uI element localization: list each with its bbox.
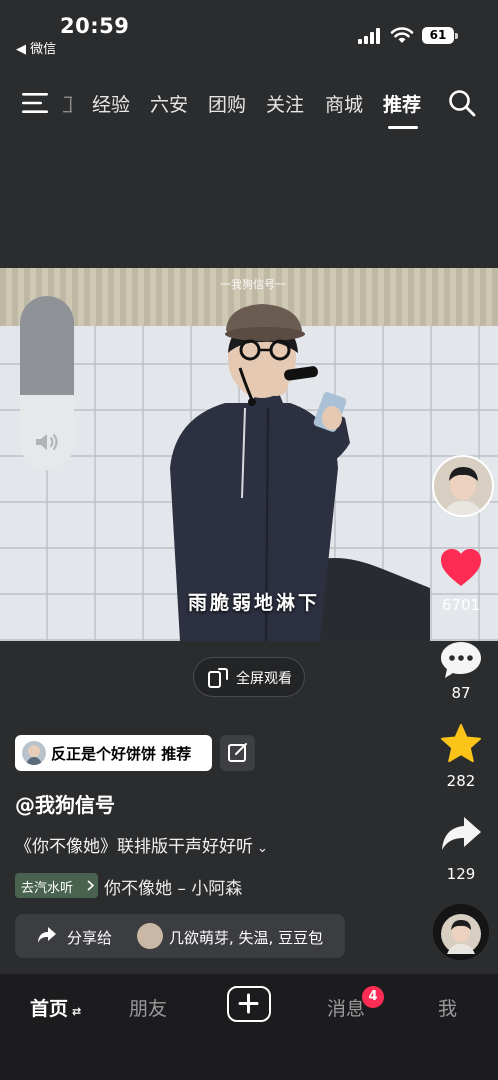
share-arrow-icon [38, 927, 56, 943]
tab-home-label: 首页 [30, 998, 69, 1020]
nav-active-underline [388, 126, 418, 129]
recommender-avatar [22, 741, 46, 765]
wifi-icon [390, 27, 414, 43]
fullscreen-button[interactable]: 全屏观看 [193, 657, 305, 697]
speaker-icon [36, 434, 58, 450]
share-count: 129 [446, 865, 476, 883]
search-icon[interactable] [448, 89, 476, 117]
listen-in-qishui-chip[interactable]: 去汽水听 [15, 873, 98, 898]
nav-item-mall[interactable]: 商城 [325, 90, 363, 117]
music-chip-label: 去汽水听 [21, 881, 74, 896]
edit-button[interactable] [220, 735, 255, 771]
video-player[interactable]: 一我狗信号一 雨脆弱地淋下 [0, 268, 498, 641]
create-post-button[interactable] [227, 986, 271, 1022]
author-handle[interactable]: @我狗信号 [15, 789, 115, 818]
switch-arrows-icon: ⇄ [72, 1005, 82, 1018]
video-subtitle: 雨脆弱地淋下 [188, 592, 321, 614]
battery-indicator: 61 [422, 27, 454, 44]
plus-icon [238, 993, 259, 1014]
status-time: 20:59 [60, 14, 130, 38]
tab-messages[interactable]: 消息 [327, 994, 365, 1021]
pencil-square-icon [228, 743, 247, 762]
recommender-chip[interactable]: 反正是个好饼饼 推荐 [15, 735, 212, 771]
nav-item-group-buy[interactable]: 团购 [208, 90, 246, 117]
share-to-friends-bar[interactable]: 分享给 几欲萌芽, 失温, 豆豆包 [15, 914, 345, 958]
author-avatar[interactable] [432, 455, 494, 517]
share-to-label: 分享给 [67, 929, 113, 947]
nav-item-luan[interactable]: 六安 [150, 90, 188, 117]
like-count: 6701 [441, 596, 481, 614]
chevron-right-icon [87, 880, 94, 891]
rotate-screen-icon [208, 668, 228, 688]
battery-tip [455, 33, 458, 39]
comment-count: 87 [451, 684, 471, 702]
share-icon[interactable] [440, 814, 482, 854]
video-description[interactable]: 《你不像她》联排版干声好好听 ⌄ [15, 832, 268, 857]
comment-icon[interactable] [440, 640, 482, 680]
friend-avatar [137, 923, 163, 949]
nav-item-experience[interactable]: 经验 [92, 90, 130, 117]
tab-friends[interactable]: 朋友 [129, 994, 167, 1021]
star-icon[interactable] [440, 724, 482, 764]
performer-figure [170, 304, 430, 641]
nav-item-recommended[interactable]: 推荐 [383, 90, 421, 117]
signal-icon [358, 28, 380, 44]
nav-item-partial[interactable]: 卫 [62, 90, 72, 117]
share-friend-names: 几欲萌芽, 失温, 豆豆包 [169, 929, 324, 947]
music-name[interactable]: 你不像她 – 小阿森 [104, 874, 242, 899]
message-badge: 4 [362, 986, 384, 1008]
recommender-label: 反正是个好饼饼 推荐 [51, 745, 192, 763]
menu-icon[interactable] [22, 93, 48, 113]
video-watermark: 一我狗信号一 [220, 278, 286, 291]
nav-item-following[interactable]: 关注 [266, 90, 304, 117]
fullscreen-label: 全屏观看 [236, 671, 292, 687]
chevron-down-icon: ⌄ [257, 841, 268, 856]
tab-home[interactable]: 首页 ⇄ [30, 994, 81, 1021]
volume-slider-track [20, 296, 74, 395]
tab-me[interactable]: 我 [438, 994, 457, 1021]
description-text: 《你不像她》联排版干声好好听 [15, 837, 253, 857]
back-to-wechat-link[interactable]: ◀ 微信 [16, 38, 56, 57]
heart-icon[interactable] [440, 548, 482, 588]
music-disc-icon[interactable] [433, 904, 489, 960]
favorite-count: 282 [446, 772, 476, 790]
